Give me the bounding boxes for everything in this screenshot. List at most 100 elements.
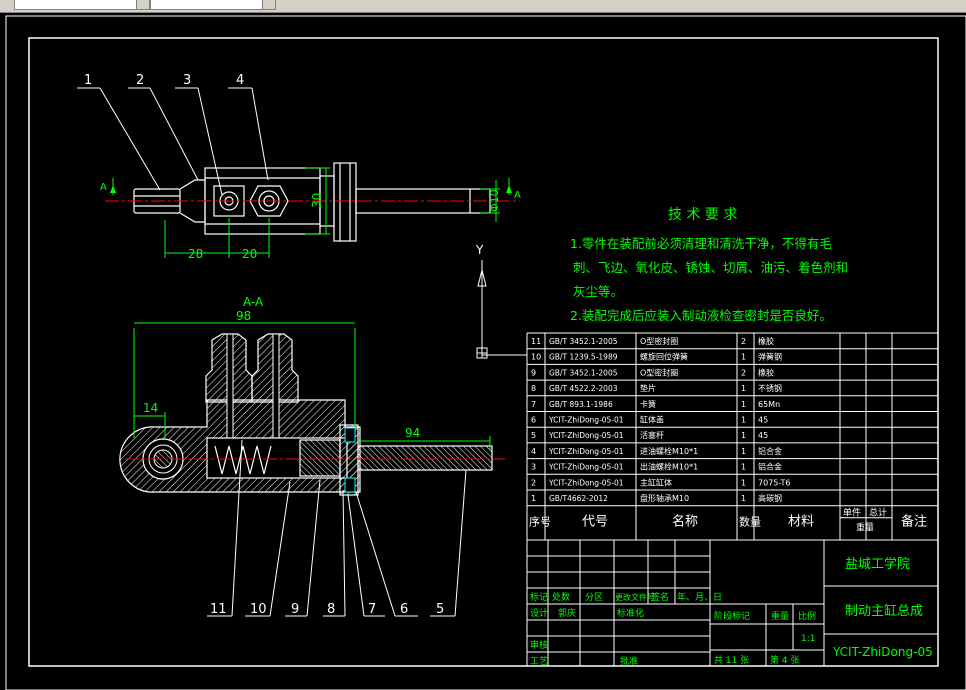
style-dropdown[interactable] (150, 0, 266, 10)
bom-row-qty: 1 (741, 447, 746, 456)
bom-row-qty: 1 (741, 463, 746, 472)
dim-28: 28 (188, 247, 203, 261)
drawing-number: YCIT-ZhiDong-05 (832, 645, 933, 659)
balloon-4: 4 (236, 73, 244, 88)
balloon-6: 6 (400, 602, 408, 617)
bom-row-qty: 1 (741, 478, 746, 487)
tb-mark: 标记 (530, 591, 548, 603)
tb-design: 设计 (530, 607, 548, 619)
bom-row-no: 2 (531, 478, 536, 487)
style-dropdown-arrow[interactable] (262, 0, 276, 10)
balloon-3: 3 (183, 73, 191, 88)
bom-row-qty: 1 (741, 353, 746, 362)
bom-header-qty: 数量 (739, 516, 761, 529)
bom-row-qty: 1 (741, 431, 746, 440)
tb-standard: 标准化 (617, 607, 644, 619)
ucs-y-label: Y (475, 243, 484, 257)
bom-row-no: 5 (531, 431, 536, 440)
tb-review: 审核 (530, 639, 548, 651)
bom-row-material: 橡胶 (758, 336, 774, 346)
balloon-1: 1 (84, 73, 92, 88)
bom-row-no: 7 (531, 400, 536, 409)
balloon-numbers-top: 1 2 3 4 (84, 73, 244, 88)
bom-row-code: YCIT-ZhiDong-05-01 (548, 463, 624, 472)
bom-row-material: 45 (758, 431, 768, 440)
bom-row-code: GB/T 3452.1-2005 (549, 368, 618, 377)
bom-row-no: 1 (531, 494, 536, 503)
tb-change-doc: 更改文件号 (615, 592, 655, 602)
bom-row-name: 卡簧 (640, 399, 656, 409)
drawing-canvas[interactable]: 1 2 3 4 28 20 30 Φ10 A A A-A 98 14 94 11… (0, 13, 966, 690)
dim-14: 14 (143, 401, 158, 415)
layer-dropdown-arrow[interactable] (136, 0, 150, 10)
tb-count: 处数 (552, 591, 570, 603)
tb-scale-value: 1:1 (801, 634, 815, 644)
balloon-7: 7 (368, 602, 376, 617)
section-mark-left: A (100, 182, 107, 193)
bom-row-no: 6 (531, 416, 536, 425)
tb-zone: 分区 (585, 592, 603, 603)
bom-row-material: 7075-T6 (758, 478, 791, 487)
drawing-frame (28, 37, 939, 667)
bom-row-qty: 1 (741, 400, 746, 409)
tb-scale: 比例 (798, 610, 816, 622)
bom-row-no: 9 (531, 368, 536, 377)
dim-30: 30 (310, 193, 324, 208)
dim-98: 98 (236, 309, 251, 323)
bom-row-code: YCIT-ZhiDong-05-01 (548, 416, 624, 425)
bom-row-code: GB/T 3452.1-2005 (549, 337, 618, 346)
bom-row-no: 8 (531, 384, 536, 393)
tb-craft: 工艺 (530, 656, 548, 667)
tech-req-title: 技 术 要 求 (668, 207, 737, 223)
section-mark-right: A (514, 190, 521, 201)
bom-row-name: 进油螺栓M10*1 (640, 446, 698, 456)
bom-row-qty: 1 (741, 384, 746, 393)
tb-designer: 郭庆 (558, 607, 576, 619)
bom-row-name: 活塞杆 (640, 430, 664, 440)
balloon-9: 9 (291, 602, 299, 617)
bom-row-name: O型密封圈 (640, 336, 678, 346)
bom-row-name: O型密封圈 (640, 367, 678, 377)
tb-stage-mark: 阶段标记 (714, 610, 750, 622)
bom-header-no: 序号 (529, 515, 551, 529)
balloon-5: 5 (436, 602, 444, 617)
tech-req-line-2: 刺、飞边、氧化皮、锈蚀、切屑、油污、着色剂和 (573, 260, 848, 275)
bom-row-material: 高碳钢 (758, 493, 782, 503)
bom-row-qty: 1 (741, 494, 746, 503)
balloon-leaders-top (77, 87, 269, 196)
tech-req-line-3: 灰尘等。 (573, 284, 623, 299)
bom-row-name: 主缸缸体 (640, 477, 672, 487)
bom-row-no: 11 (531, 337, 541, 346)
balloon-numbers-section: 11 10 9 8 7 6 5 (210, 602, 444, 617)
bom-row-code: YCIT-ZhiDong-05-01 (548, 431, 624, 440)
bom-row-name: 出油螺栓M10*1 (640, 462, 698, 472)
section-label: A-A (243, 295, 264, 309)
bom-row-material: 45 (758, 416, 768, 425)
bom-row-material: 橡胶 (758, 367, 774, 377)
bom-table: 11 GB/T 3452.1-2005 O型密封圈 2 橡胶10 GB/T 1239.5-… (526, 332, 939, 541)
school-name: 盐城工学院 (845, 556, 910, 572)
toolbar (0, 0, 966, 13)
bom-row-name: 缸体盖 (640, 415, 664, 425)
bom-row-no: 3 (531, 463, 536, 472)
layer-dropdown[interactable] (14, 0, 140, 10)
ucs-icon (476, 260, 527, 359)
section-view (119, 333, 493, 496)
tb-sign: 签名 (651, 591, 669, 603)
bom-header-remark: 备注 (901, 514, 927, 530)
bom-row-material: 不锈钢 (758, 383, 782, 393)
bom-header-name: 名称 (672, 514, 698, 530)
bom-header-code: 代号 (582, 515, 608, 530)
bom-header-total: 总计 (869, 507, 887, 519)
bom-row-name: 螺旋回位弹簧 (640, 352, 688, 362)
balloon-10: 10 (250, 602, 267, 617)
bom-header-material: 材料 (788, 515, 814, 530)
bom-row-qty: 1 (741, 416, 746, 425)
tb-sheet-no: 第 4 张 (770, 654, 799, 666)
tech-requirements: 技 术 要 求 1.零件在装配前必须清理和清洗干净，不得有毛 刺、飞边、氧化皮、… (570, 207, 848, 323)
bom-row-no: 10 (531, 353, 541, 362)
tech-req-line-4: 2.装配完成后应装入制动液检查密封是否良好。 (570, 308, 832, 323)
tb-sheets: 共 11 张 (714, 655, 749, 666)
bom-row-code: GB/T 1239.5-1989 (549, 353, 618, 362)
bom-row-material: 铝合金 (758, 462, 782, 472)
